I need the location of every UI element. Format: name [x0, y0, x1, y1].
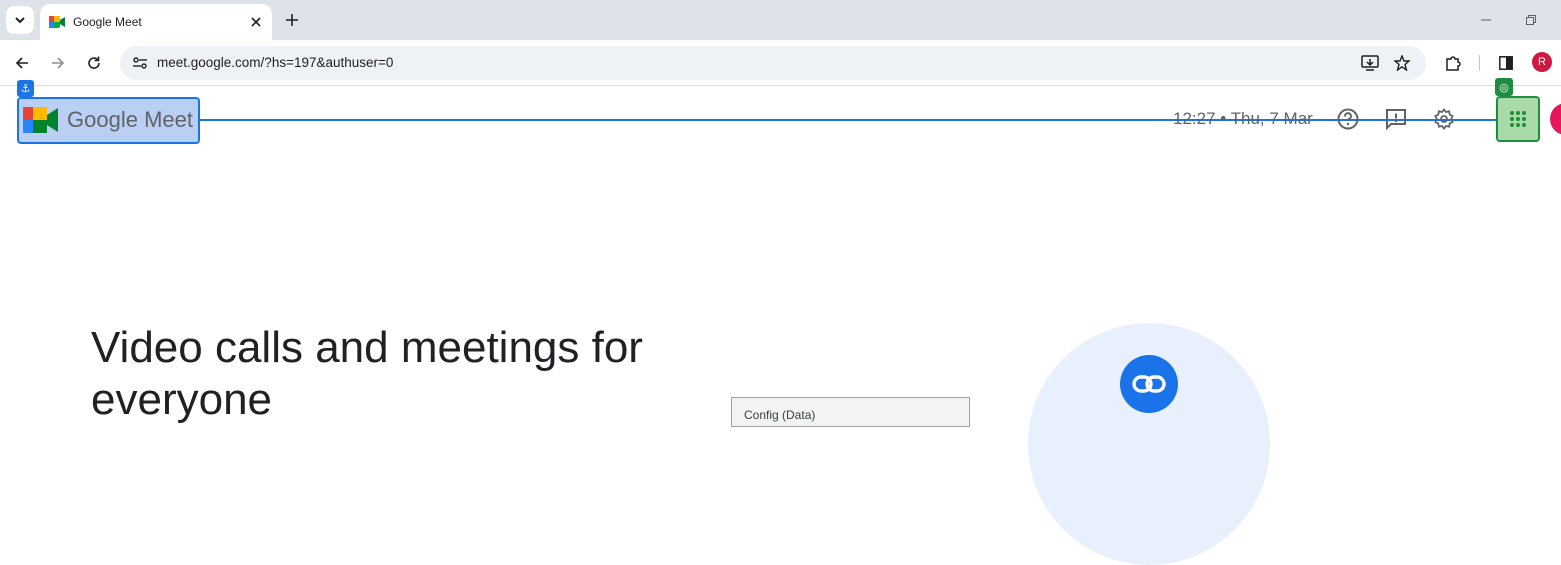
tab-title: Google Meet	[73, 15, 142, 29]
restore-button[interactable]	[1521, 10, 1541, 30]
logo-google-text: Google	[67, 107, 138, 132]
feedback-icon	[1386, 109, 1406, 130]
account-avatar[interactable]	[1550, 103, 1561, 135]
side-panel-button[interactable]	[1494, 51, 1518, 75]
extensions-icon	[1446, 56, 1461, 71]
reload-button[interactable]	[82, 51, 106, 75]
site-info-icon	[133, 57, 147, 69]
back-button[interactable]	[10, 51, 34, 75]
meet-favicon-icon	[49, 16, 65, 28]
forward-icon	[52, 57, 65, 69]
browser-toolbar: meet.google.com/?hs=197&authuser=0 R	[0, 40, 1561, 86]
address-bar[interactable]: meet.google.com/?hs=197&authuser=0	[120, 46, 1426, 80]
target-icon: ◎	[1495, 78, 1513, 96]
profile-avatar[interactable]: R	[1532, 52, 1552, 72]
feedback-button[interactable]	[1383, 106, 1409, 132]
tab-search-button[interactable]	[6, 6, 34, 34]
new-tab-button[interactable]	[280, 8, 304, 32]
back-icon	[15, 57, 28, 69]
site-info-button[interactable]	[128, 51, 152, 75]
toolbar-separator	[1479, 55, 1480, 71]
forward-button[interactable]	[46, 51, 70, 75]
anchor-icon: ⚓	[17, 80, 34, 97]
google-apps-button[interactable]	[1496, 96, 1540, 142]
tooltip-text: Config (Data)	[744, 408, 816, 422]
side-panel-icon	[1499, 56, 1513, 70]
install-icon	[1361, 55, 1379, 71]
hero-title: Video calls and meetings for everyone	[91, 323, 643, 424]
minimize-icon	[1481, 19, 1491, 21]
google-meet-logo[interactable]: Google Meet	[18, 98, 199, 142]
tab-close-button[interactable]	[246, 12, 266, 32]
settings-button[interactable]	[1431, 106, 1457, 132]
tab-strip: Google Meet	[0, 0, 1561, 40]
browser-tab[interactable]: Google Meet	[40, 4, 272, 40]
link-badge	[1120, 355, 1178, 413]
logo-meet-text: Meet	[144, 107, 193, 132]
meet-header: ⚓ Google Meet 12:27 • Thu, 7 Mar ◎	[0, 78, 1561, 151]
help-button[interactable]	[1335, 106, 1361, 132]
close-icon	[251, 17, 261, 27]
install-app-button[interactable]	[1358, 51, 1382, 75]
reload-icon	[88, 56, 100, 69]
link-icon	[1132, 375, 1166, 393]
extensions-button[interactable]	[1441, 51, 1465, 75]
meet-logo-icon	[23, 107, 58, 133]
plus-icon	[286, 14, 298, 26]
apps-icon	[1510, 111, 1526, 127]
star-icon	[1394, 55, 1410, 71]
tab-search-icon	[15, 17, 25, 24]
clock-text: 12:27 • Thu, 7 Mar	[1173, 109, 1313, 128]
bookmark-button[interactable]	[1390, 51, 1414, 75]
tooltip-box: Config (Data)	[731, 397, 970, 427]
settings-icon	[1434, 108, 1454, 130]
minimize-button[interactable]	[1476, 10, 1496, 30]
restore-icon	[1526, 15, 1536, 25]
help-icon	[1337, 108, 1359, 130]
url-text[interactable]: meet.google.com/?hs=197&authuser=0	[157, 55, 393, 70]
